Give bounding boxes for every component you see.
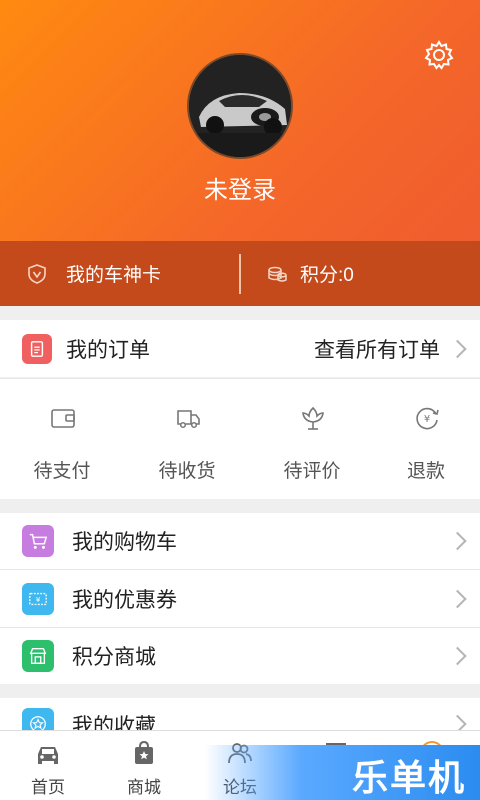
truck-icon <box>177 410 200 429</box>
divider <box>239 254 241 294</box>
chevron-right-icon <box>448 339 467 358</box>
chevron-right-icon <box>448 646 467 666</box>
refund-icon: ¥ <box>416 407 439 430</box>
points-link[interactable]: 积分:0 <box>266 241 354 306</box>
car-card-link[interactable]: 我的车神卡 <box>26 241 161 306</box>
status-label: 待支付 <box>33 461 91 482</box>
shield-icon <box>28 263 46 284</box>
flower-icon <box>302 406 324 430</box>
tab-home[interactable]: 首页 <box>0 731 96 800</box>
gear-icon[interactable] <box>424 40 454 70</box>
store-icon <box>22 640 54 672</box>
coins-icon <box>268 266 287 282</box>
menu-item-label: 积分商城 <box>72 646 156 669</box>
status-pending-delivery[interactable]: 待收货 <box>127 379 247 500</box>
order-status-grid: 待支付 待收货 待评价 ¥ 退款 <box>0 378 480 499</box>
view-all-orders-link[interactable]: 查看所有订单 <box>314 334 440 364</box>
menu-item-coupons[interactable]: ¥ 我的优惠券 <box>0 570 480 627</box>
cart-icon <box>22 525 54 557</box>
menu-item-label: 我的优惠券 <box>72 588 177 612</box>
my-orders-row[interactable]: 我的订单 查看所有订单 <box>0 320 480 377</box>
shopping-bag-icon <box>135 740 153 764</box>
car-icon <box>38 747 58 764</box>
menu-item-label: 我的购物车 <box>72 531 177 554</box>
order-doc-icon <box>22 333 52 364</box>
member-bar: 我的车神卡 积分:0 <box>0 241 480 306</box>
coupon-icon: ¥ <box>22 582 54 615</box>
avatar[interactable] <box>187 53 293 159</box>
my-orders-label: 我的订单 <box>66 338 150 362</box>
username[interactable]: 未登录 <box>0 170 480 205</box>
chevron-right-icon <box>448 589 467 608</box>
status-pending-review[interactable]: 待评价 <box>252 379 372 500</box>
status-refund[interactable]: ¥ 退款 <box>366 379 480 500</box>
status-label: 待评价 <box>283 461 341 482</box>
tab-label: 商城 <box>127 778 161 797</box>
tab-mall[interactable]: 商城 <box>96 731 192 800</box>
menu-item-cart[interactable]: 我的购物车 <box>0 513 480 569</box>
menu-item-points-store[interactable]: 积分商城 <box>0 628 480 684</box>
status-label: 退款 <box>406 461 445 482</box>
points-label: 积分:0 <box>300 265 354 286</box>
watermark-text: 乐单机 <box>351 757 466 798</box>
car-avatar-icon <box>189 55 291 157</box>
watermark-logo: 乐单机 <box>205 745 480 800</box>
svg-text:¥: ¥ <box>424 414 430 425</box>
tab-label: 首页 <box>31 778 65 797</box>
menu-item-favorites[interactable]: 我的收藏 <box>0 698 480 730</box>
status-label: 待收货 <box>158 461 216 482</box>
car-card-label: 我的车神卡 <box>66 265 162 286</box>
svg-text:¥: ¥ <box>36 595 41 604</box>
chevron-right-icon <box>448 531 467 551</box>
menu-item-label: 我的收藏 <box>72 715 156 730</box>
status-pending-payment[interactable]: 待支付 <box>2 379 122 500</box>
star-icon <box>22 708 54 730</box>
chevron-right-icon <box>448 714 467 730</box>
wallet-icon <box>51 409 75 428</box>
